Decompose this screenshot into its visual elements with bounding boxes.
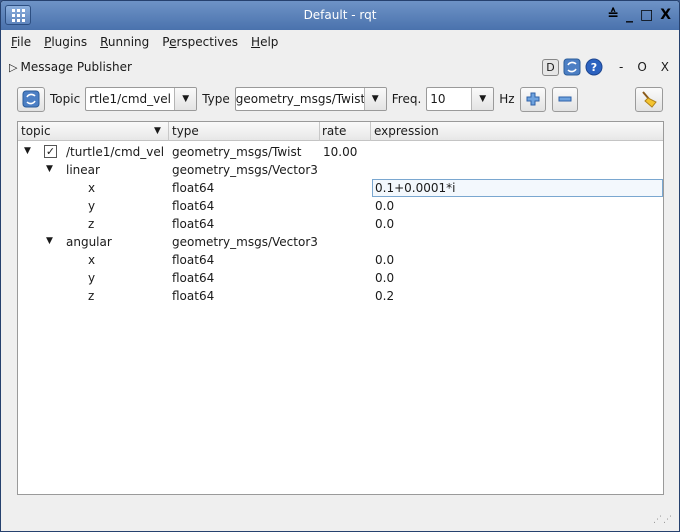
close-icon[interactable]: X bbox=[660, 7, 671, 23]
row-expression[interactable]: 0.0 bbox=[375, 199, 394, 213]
add-publisher-button[interactable] bbox=[519, 86, 546, 112]
title-bar[interactable]: Default - rqt ≙ _ □ X bbox=[1, 1, 679, 30]
remove-publisher-button[interactable] bbox=[551, 86, 578, 112]
row-type: float64 bbox=[172, 217, 215, 231]
plugin-title: Message Publisher bbox=[20, 60, 132, 74]
row-rate[interactable]: 10.00 bbox=[323, 145, 357, 159]
row-expression[interactable]: 0.0 bbox=[375, 217, 394, 231]
menu-help[interactable]: Help bbox=[251, 35, 278, 49]
row-name: x bbox=[88, 181, 96, 195]
hz-label: Hz bbox=[499, 92, 515, 106]
reload-icon[interactable] bbox=[563, 58, 581, 76]
row-expression[interactable]: 0.0 bbox=[375, 271, 394, 285]
minimize-icon[interactable]: _ bbox=[626, 7, 633, 23]
dock-button[interactable]: D bbox=[541, 58, 559, 76]
close-plugin-button[interactable]: X bbox=[661, 60, 669, 74]
broom-icon bbox=[642, 91, 657, 108]
row-type: geometry_msgs/Twist bbox=[172, 145, 302, 159]
row-type: geometry_msgs/Vector3 bbox=[172, 235, 318, 249]
sort-down-icon[interactable]: ▼ bbox=[154, 126, 161, 136]
row-expression[interactable]: 0.1+0.0001*i bbox=[375, 181, 455, 195]
row-type: float64 bbox=[172, 181, 215, 195]
header-topic[interactable]: topic bbox=[21, 124, 51, 138]
plus-icon bbox=[526, 92, 540, 106]
tree-row-angular-x[interactable]: x float64 0.0 bbox=[18, 251, 663, 269]
refresh-icon bbox=[22, 90, 40, 108]
header-expression[interactable]: expression bbox=[374, 124, 439, 138]
row-name: y bbox=[88, 199, 96, 213]
topic-combo-value: rtle1/cmd_vel bbox=[89, 92, 171, 106]
row-name: /turtle1/cmd_vel bbox=[66, 145, 165, 159]
expand-arrow-icon[interactable]: ▼ bbox=[24, 146, 31, 156]
row-type: float64 bbox=[172, 271, 215, 285]
freq-label: Freq. bbox=[391, 92, 422, 106]
menu-file[interactable]: File bbox=[11, 35, 31, 49]
tree-row-angular-y[interactable]: y float64 0.0 bbox=[18, 269, 663, 287]
tree-row-angular[interactable]: ▼ angular geometry_msgs/Vector3 bbox=[18, 233, 663, 251]
publisher-toolbar: Topic rtle1/cmd_vel ▼ Type geometry_msgs… bbox=[1, 85, 679, 113]
type-combo-value: geometry_msgs/Twist bbox=[235, 92, 364, 106]
topic-combo[interactable]: rtle1/cmd_vel ▼ bbox=[85, 87, 198, 111]
collapse-arrow-icon[interactable]: ▷ bbox=[9, 61, 17, 74]
menu-plugins[interactable]: Plugins bbox=[44, 35, 87, 49]
help-icon[interactable]: ? bbox=[585, 58, 603, 76]
menu-perspectives[interactable]: Perspectives bbox=[162, 35, 238, 49]
plugin-header: ▷ Message Publisher D ? - O X bbox=[1, 56, 679, 78]
row-name: z bbox=[88, 289, 95, 303]
row-expression[interactable]: 0.2 bbox=[375, 289, 394, 303]
window-title: Default - rqt bbox=[303, 8, 377, 22]
row-type: float64 bbox=[172, 199, 215, 213]
row-name: linear bbox=[66, 163, 100, 177]
rqt-window: Default - rqt ≙ _ □ X File Plugins Runni… bbox=[0, 0, 680, 532]
freq-combo[interactable]: 10 ▼ bbox=[426, 87, 495, 111]
enable-checkbox[interactable]: ✓ bbox=[44, 145, 57, 158]
float-plugin-button[interactable]: O bbox=[637, 60, 646, 74]
row-name: x bbox=[88, 253, 96, 267]
chevron-down-icon: ▼ bbox=[363, 88, 386, 110]
row-type: geometry_msgs/Vector3 bbox=[172, 163, 318, 177]
tree-row-linear-z[interactable]: z float64 0.0 bbox=[18, 215, 663, 233]
row-name: y bbox=[88, 271, 96, 285]
publisher-tree[interactable]: topic ▼ type rate expression ▼ ✓ /turtle… bbox=[17, 121, 664, 495]
header-rate[interactable]: rate bbox=[322, 124, 346, 138]
minus-icon bbox=[558, 96, 572, 102]
row-name: angular bbox=[66, 235, 112, 249]
tree-row-linear[interactable]: ▼ linear geometry_msgs/Vector3 bbox=[18, 161, 663, 179]
minimize-plugin-button[interactable]: - bbox=[619, 60, 623, 74]
clear-button[interactable] bbox=[635, 86, 663, 112]
tree-row-topic[interactable]: ▼ ✓ /turtle1/cmd_vel geometry_msgs/Twist… bbox=[18, 143, 663, 161]
type-combo[interactable]: geometry_msgs/Twist ▼ bbox=[234, 87, 387, 111]
resize-grip-icon[interactable]: ⋰⋰ bbox=[653, 515, 673, 525]
type-label: Type bbox=[202, 92, 230, 106]
tree-row-linear-y[interactable]: y float64 0.0 bbox=[18, 197, 663, 215]
svg-text:?: ? bbox=[591, 61, 597, 74]
chevron-down-icon: ▼ bbox=[174, 88, 197, 110]
expand-arrow-icon[interactable]: ▼ bbox=[46, 236, 53, 246]
tree-row-linear-x[interactable]: x float64 0.1+0.0001*i bbox=[18, 179, 663, 197]
maximize-icon[interactable]: □ bbox=[640, 7, 653, 23]
row-name: z bbox=[88, 217, 95, 231]
refresh-topics-button[interactable] bbox=[17, 86, 45, 112]
row-expression[interactable]: 0.0 bbox=[375, 253, 394, 267]
menu-running[interactable]: Running bbox=[100, 35, 149, 49]
topic-label: Topic bbox=[50, 92, 81, 106]
shade-icon[interactable]: ≙ bbox=[607, 7, 619, 23]
chevron-down-icon: ▼ bbox=[471, 88, 494, 110]
row-type: float64 bbox=[172, 289, 215, 303]
tree-row-angular-z[interactable]: z float64 0.2 bbox=[18, 287, 663, 305]
row-type: float64 bbox=[172, 253, 215, 267]
freq-combo-value: 10 bbox=[430, 92, 446, 106]
header-type[interactable]: type bbox=[172, 124, 199, 138]
expand-arrow-icon[interactable]: ▼ bbox=[46, 164, 53, 174]
menu-bar: File Plugins Running Perspectives Help bbox=[1, 30, 679, 54]
tree-header: topic ▼ type rate expression bbox=[18, 122, 663, 141]
